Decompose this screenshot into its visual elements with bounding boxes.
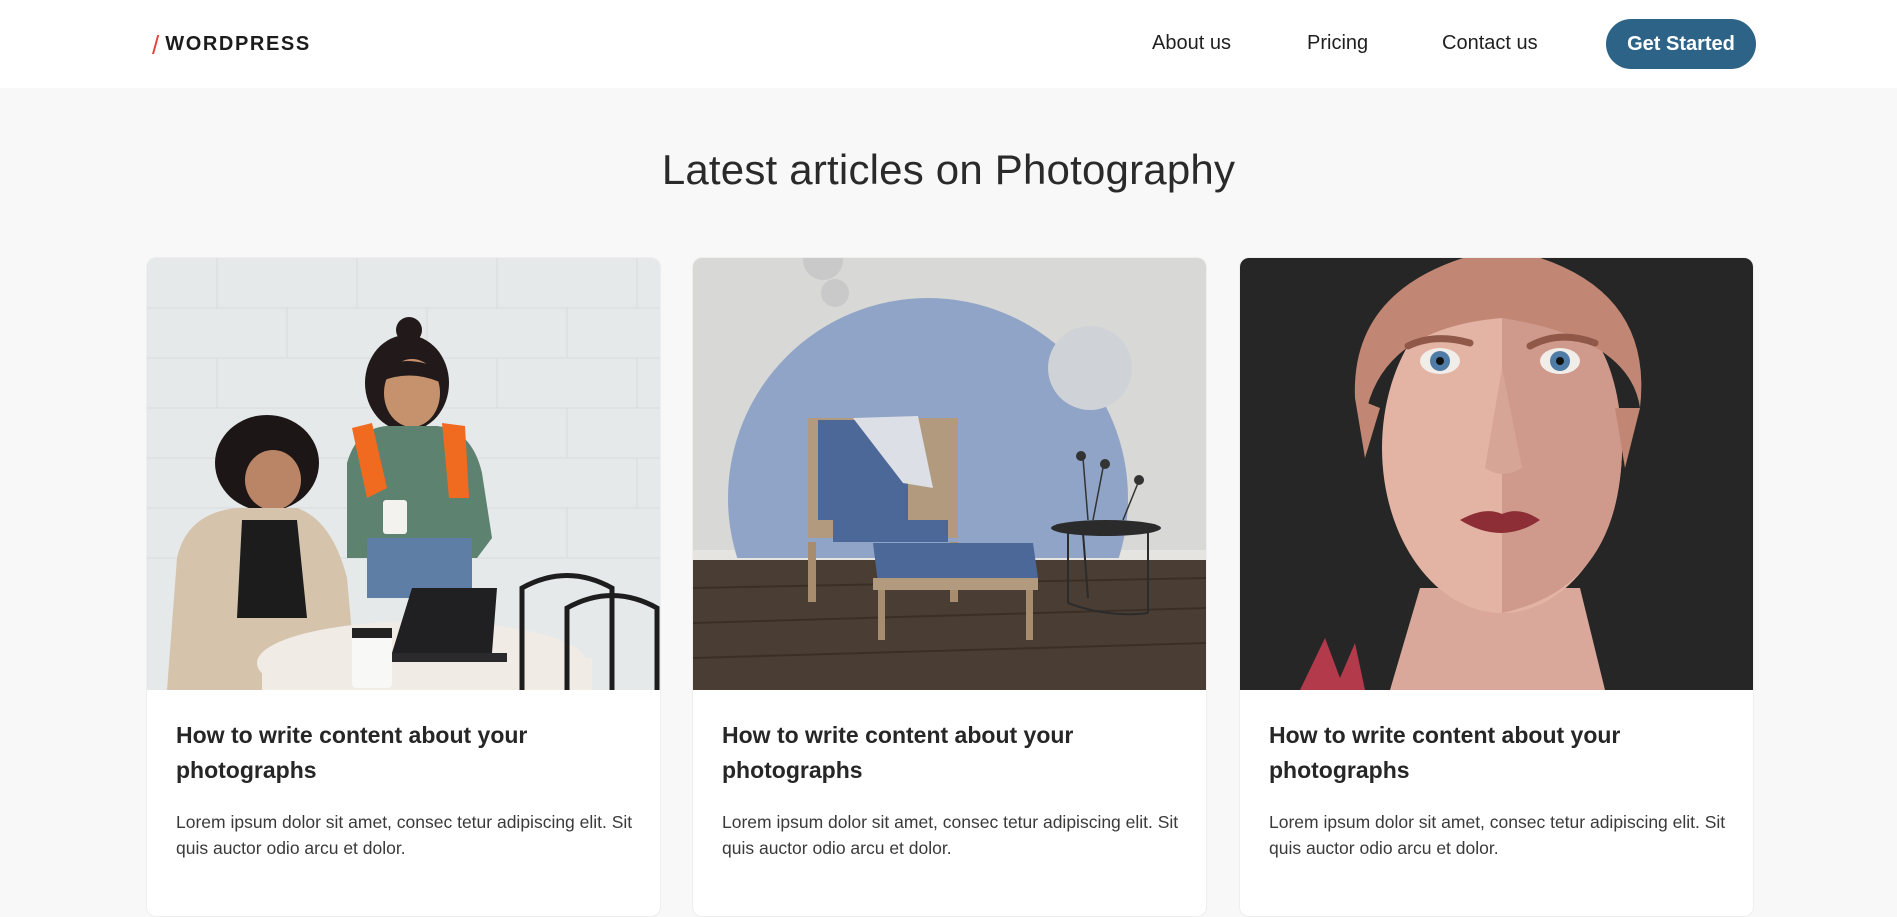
section-title: Latest articles on Photography <box>661 146 1236 193</box>
get-started-button[interactable]: Get Started <box>1606 19 1756 69</box>
card-description: Lorem ipsum dolor sit amet, consec tetur… <box>1269 812 1726 858</box>
blue-armchair-interior-photo[interactable] <box>693 258 1206 690</box>
nav-pricing-link[interactable]: Pricing <box>1307 32 1368 55</box>
card-title[interactable]: How to write content about your photogra… <box>1269 718 1709 788</box>
article-card[interactable]: How to write content about your photogra… <box>146 257 661 917</box>
logo-text: WORDPRESS <box>165 32 311 55</box>
article-card[interactable]: How to write content about your photogra… <box>692 257 1207 917</box>
logo[interactable]: / WORDPRESS <box>152 30 311 58</box>
nav-contact-link[interactable]: Contact us <box>1442 32 1538 55</box>
two-people-with-laptop-photo[interactable] <box>147 258 660 690</box>
card-description: Lorem ipsum dolor sit amet, consec tetur… <box>722 812 1179 858</box>
card-title[interactable]: How to write content about your photogra… <box>176 718 616 788</box>
3d-face-render-photo[interactable] <box>1240 258 1753 690</box>
article-card[interactable]: How to write content about your photogra… <box>1239 257 1754 917</box>
logo-slash-icon: / <box>152 30 160 60</box>
nav-about-link[interactable]: About us <box>1152 32 1231 55</box>
card-description: Lorem ipsum dolor sit amet, consec tetur… <box>176 812 633 858</box>
top-navbar: / WORDPRESS About us Pricing Contact us … <box>0 0 1897 88</box>
card-title[interactable]: How to write content about your photogra… <box>722 718 1162 788</box>
